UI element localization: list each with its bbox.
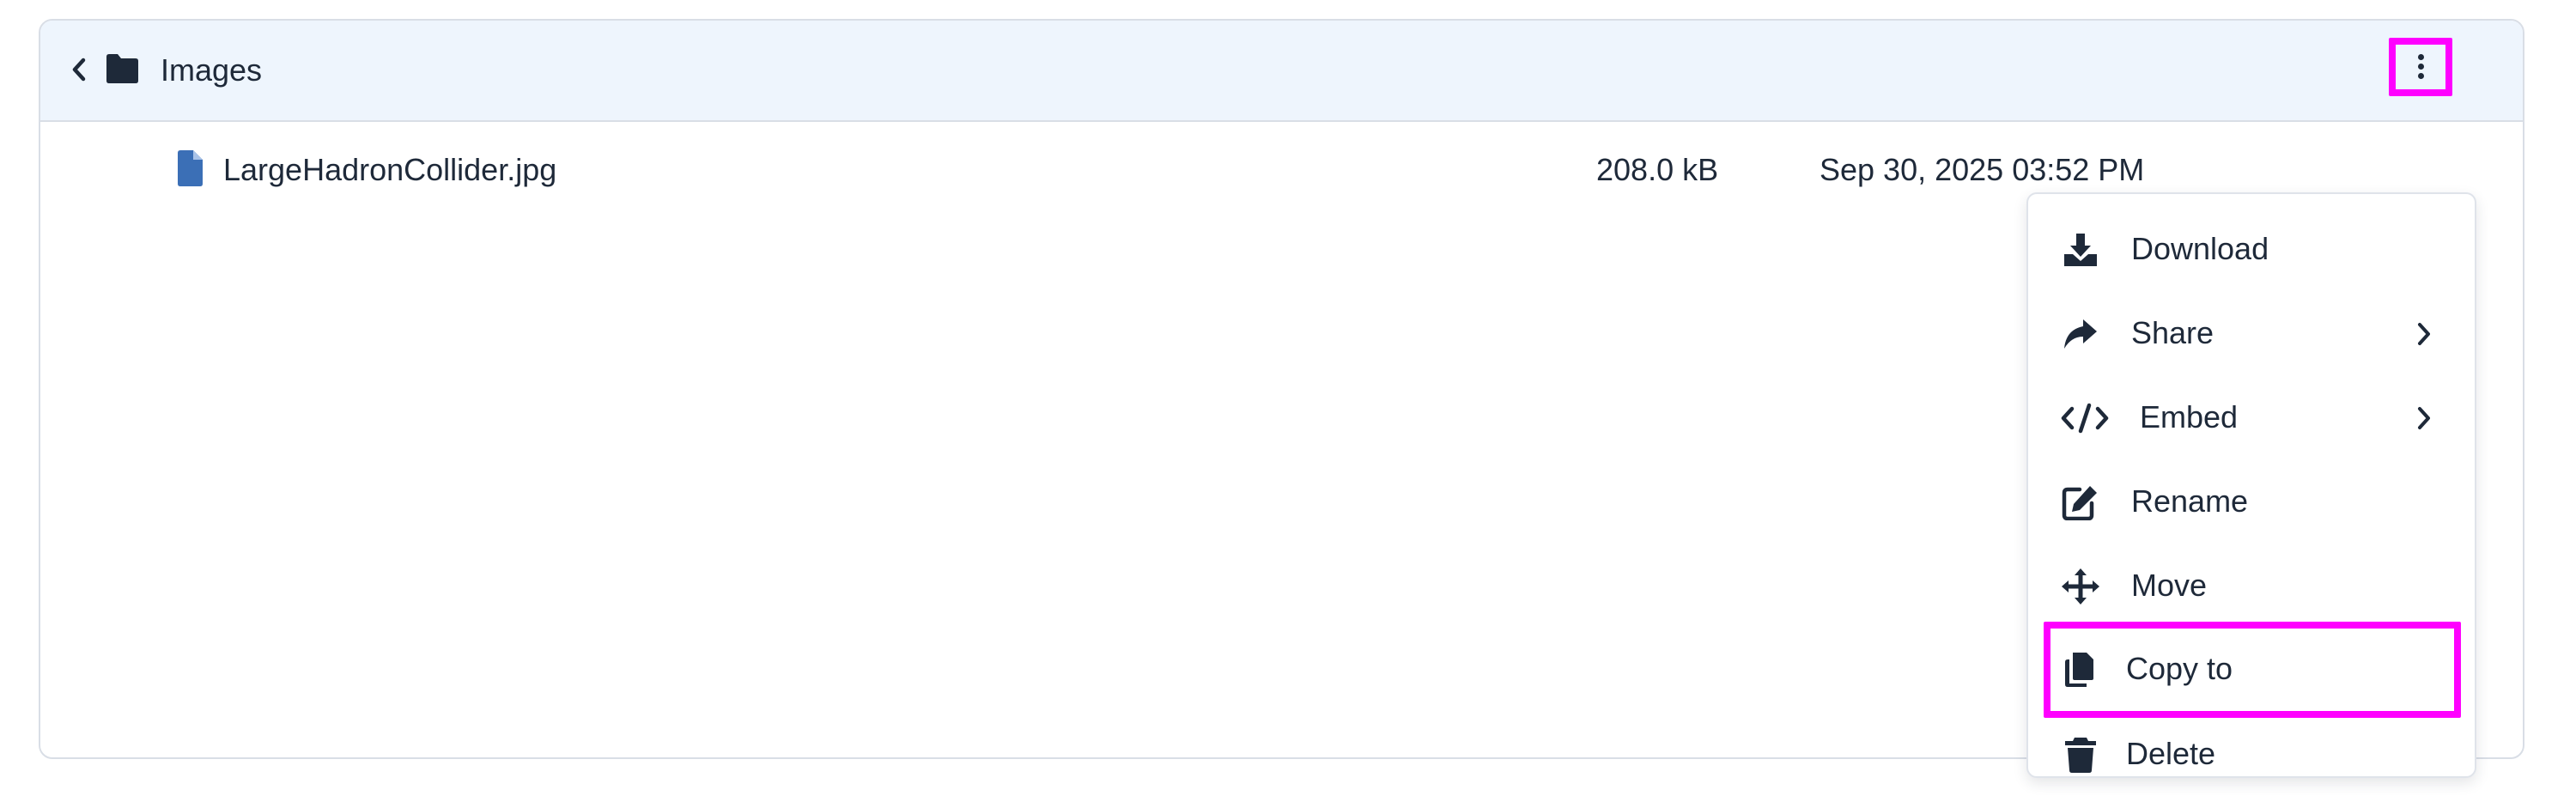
menu-item-copy-to[interactable]: Copy to bbox=[2028, 622, 2475, 718]
menu-item-delete[interactable]: Delete bbox=[2028, 716, 2475, 793]
file-modified-date: Sep 30, 2025 03:52 PM bbox=[1820, 152, 2145, 187]
menu-item-label: Embed bbox=[2140, 399, 2239, 434]
menu-item-rename[interactable]: Rename bbox=[2028, 464, 2475, 541]
menu-item-move[interactable]: Move bbox=[2028, 548, 2475, 625]
menu-item-label: Delete bbox=[2126, 736, 2216, 771]
selection-highlight bbox=[2044, 622, 2461, 718]
code-icon bbox=[2061, 400, 2109, 436]
menu-item-label: Download bbox=[2131, 231, 2269, 266]
copy-icon bbox=[2061, 651, 2100, 687]
menu-item-embed[interactable]: Embed bbox=[2028, 380, 2475, 457]
file-context-menu: Download Share Embed Rename Move Copy to… bbox=[2026, 192, 2476, 778]
menu-item-label: Rename bbox=[2131, 483, 2249, 519]
menu-item-download[interactable]: Download bbox=[2028, 211, 2475, 289]
chevron-right-icon bbox=[2416, 405, 2432, 431]
chevron-right-icon bbox=[2416, 321, 2432, 347]
trash-icon bbox=[2061, 737, 2100, 773]
file-icon bbox=[176, 149, 204, 187]
menu-item-share[interactable]: Share bbox=[2028, 295, 2475, 373]
share-icon bbox=[2061, 316, 2100, 352]
menu-item-label: Copy to bbox=[2126, 651, 2233, 686]
menu-item-label: Move bbox=[2131, 568, 2208, 603]
folder-header: Images bbox=[40, 21, 2523, 122]
more-options-button[interactable] bbox=[2389, 38, 2452, 96]
folder-icon bbox=[104, 53, 140, 84]
file-size: 208.0 kB bbox=[1596, 152, 1719, 187]
move-icon bbox=[2061, 568, 2100, 604]
chevron-left-icon[interactable] bbox=[68, 53, 90, 86]
edit-icon bbox=[2061, 484, 2100, 521]
kebab-icon bbox=[2417, 54, 2424, 80]
file-name[interactable]: LargeHadronCollider.jpg bbox=[223, 151, 556, 189]
menu-item-label: Share bbox=[2131, 315, 2215, 350]
folder-title: Images bbox=[161, 52, 263, 88]
download-icon bbox=[2061, 232, 2100, 268]
